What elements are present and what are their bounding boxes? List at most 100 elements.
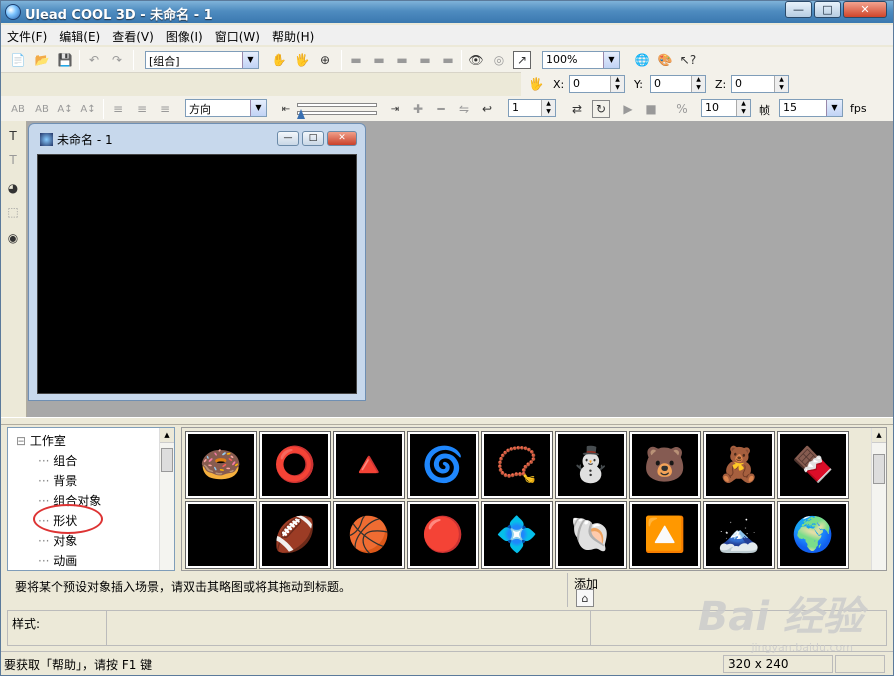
select-box-icon[interactable]: ⬚	[4, 203, 22, 221]
tree-item-animation[interactable]: ··· 动画	[38, 552, 77, 569]
print-icon-3[interactable]: ▬	[393, 51, 411, 69]
text-style-button-3[interactable]: A↕	[56, 100, 74, 118]
highlight-circle	[33, 504, 103, 534]
remove-keyframe-icon[interactable]: ━	[432, 100, 450, 118]
tree-root[interactable]: ⊟ 工作室	[16, 432, 66, 449]
thumbnail-gingerbread[interactable]: 🧸	[703, 431, 775, 499]
frame-label: 帧	[759, 104, 770, 117]
x-input[interactable]: 0 ▲ ▼	[569, 75, 625, 93]
thumbnail-ring[interactable]: ⭕	[259, 431, 331, 499]
hand-icon[interactable]: ✋	[270, 51, 288, 69]
text-style-button-4[interactable]: A↕	[79, 100, 97, 118]
globe-grid-icon[interactable]: ◎	[490, 51, 508, 69]
redo-icon[interactable]: ↷	[108, 51, 126, 69]
menu-file[interactable]: 文件(F)	[1, 25, 53, 45]
preset-thumbnails: 🍩 ⭕ 🔺 🌀 📿 ⛄ 🐻 🧸 🍫 ⌨ 🏈 🏀 🔴 💠 🐚 🔼 🗻 🌍 ▲	[181, 427, 887, 571]
object-select[interactable]: [组合] ▼	[145, 51, 259, 69]
thumbnail-bear[interactable]: 🐻	[629, 431, 701, 499]
print-icon-2[interactable]: ▬	[370, 51, 388, 69]
eye-icon[interactable]: 👁	[467, 51, 485, 69]
print-icon-4[interactable]: ▬	[416, 51, 434, 69]
repeat-icon[interactable]: ⇄	[568, 100, 586, 118]
thumbnail-diamond-shape[interactable]: 💠	[481, 501, 553, 569]
print-icon-5[interactable]: ▬	[439, 51, 457, 69]
render-icon[interactable]: 🎨	[656, 51, 674, 69]
tree-item-group[interactable]: ··· 组合	[38, 452, 77, 469]
thumbnail-pyramid-face[interactable]: 🔼	[629, 501, 701, 569]
tree-item-object[interactable]: ··· 对象	[38, 532, 77, 549]
thumbnail-swirl[interactable]: 🌀	[407, 431, 479, 499]
thumbnail-pearl-necklace[interactable]: 📿	[481, 431, 553, 499]
fps-select[interactable]: 15 ▼	[779, 99, 843, 117]
thumbnail-snowman[interactable]: ⛄	[555, 431, 627, 499]
add-keyframe-icon[interactable]: ✚	[409, 100, 427, 118]
frame-input[interactable]: 1 ▲ ▼	[508, 99, 556, 117]
edit-text-tool-icon[interactable]: T	[4, 151, 22, 169]
panel-splitter[interactable]	[1, 417, 893, 425]
thumbnail-scrollbar[interactable]: ▲	[871, 428, 886, 570]
tree-item-background[interactable]: ··· 背景	[38, 472, 77, 489]
undo-icon[interactable]: ↶	[85, 51, 103, 69]
menu-window[interactable]: 窗口(W)	[209, 25, 266, 45]
insert-shape-icon[interactable]: ◕	[4, 179, 22, 197]
3d-canvas[interactable]	[37, 154, 357, 394]
thumbnail-donut[interactable]: 🍩	[185, 431, 257, 499]
align-right-icon[interactable]: ≡	[156, 100, 174, 118]
text-style-button-2[interactable]: AB	[33, 100, 51, 118]
chart-view-icon[interactable]: ↗	[513, 51, 531, 69]
maximize-button[interactable]: □	[814, 1, 841, 18]
thumbnail-beach-ball[interactable]: 🔴	[407, 501, 479, 569]
reverse-keyframe-icon[interactable]: ⇋	[455, 100, 473, 118]
align-left-icon[interactable]: ≡	[109, 100, 127, 118]
close-button[interactable]: ✕	[843, 1, 887, 18]
save-icon[interactable]: 💾	[56, 51, 74, 69]
loop-icon[interactable]: ↩	[478, 100, 496, 118]
align-center-icon[interactable]: ≡	[133, 100, 151, 118]
add-home-icon[interactable]: ⌂	[576, 589, 594, 607]
easy-palette-tree: ⊟ 工作室 ··· 组合 ··· 背景 ··· 组合对象 ··· 形状 ··· …	[7, 427, 175, 571]
doc-close-button[interactable]: ✕	[327, 131, 357, 146]
y-input[interactable]: 0 ▲ ▼	[650, 75, 706, 93]
timeline-slider-bottom[interactable]	[297, 111, 377, 115]
move-object-icon[interactable]: 🖐	[527, 75, 545, 93]
thumbnail-mountain-dome[interactable]: 🗻	[703, 501, 775, 569]
stop-icon[interactable]: ■	[642, 100, 660, 118]
thumbnail-cone[interactable]: 🔺	[333, 431, 405, 499]
rotate-hand-icon[interactable]: 🖐	[293, 51, 311, 69]
percent-icon[interactable]: %	[673, 100, 691, 118]
timeline-end-icon[interactable]: ⇥	[386, 100, 404, 118]
tree-scrollbar[interactable]: ▲	[159, 428, 174, 570]
total-frames-input[interactable]: 10 ▲ ▼	[701, 99, 751, 117]
help-pointer-icon[interactable]: ↖?	[679, 51, 697, 69]
cycle-icon[interactable]: ↻	[592, 100, 610, 118]
object-manager-icon[interactable]: ◉	[4, 229, 22, 247]
thumbnail-football[interactable]: 🏈	[259, 501, 331, 569]
thumbnail-globe[interactable]: 🌍	[777, 501, 849, 569]
play-icon[interactable]: ▶	[619, 100, 637, 118]
world-icon[interactable]: 🌐	[633, 51, 651, 69]
menu-image[interactable]: 图像(I)	[160, 25, 209, 45]
thumbnail-shell[interactable]: 🐚	[555, 501, 627, 569]
print-icon-1[interactable]: ▬	[347, 51, 365, 69]
menu-edit[interactable]: 编辑(E)	[53, 25, 106, 45]
direction-select[interactable]: 方向 ▼	[185, 99, 267, 117]
menu-view[interactable]: 查看(V)	[106, 25, 160, 45]
zoom-select[interactable]: 100% ▼	[542, 51, 620, 69]
thumbnail-chocolate[interactable]: 🍫	[777, 431, 849, 499]
timeline-start-icon[interactable]: ⇤	[277, 100, 295, 118]
doc-minimize-button[interactable]: —	[277, 131, 299, 146]
minimize-button[interactable]: —	[785, 1, 812, 18]
timeline-slider-top[interactable]	[297, 103, 377, 107]
new-file-icon[interactable]: 📄	[9, 51, 27, 69]
thumbnail-basketball[interactable]: 🏀	[333, 501, 405, 569]
status-bar: 要获取「帮助」，请按 F1 键 320 x 240	[1, 651, 893, 675]
thumbnail-esc-key[interactable]: ⌨	[185, 501, 257, 569]
doc-restore-button[interactable]: □	[302, 131, 324, 146]
text-tool-icon[interactable]: T	[4, 127, 22, 145]
zoom-fit-icon[interactable]: ⊕	[316, 51, 334, 69]
menu-help[interactable]: 帮助(H)	[266, 25, 320, 45]
text-style-button-1[interactable]: AB	[9, 100, 27, 118]
open-folder-icon[interactable]: 📂	[33, 51, 51, 69]
y-label: Y:	[634, 78, 643, 91]
z-input[interactable]: 0 ▲ ▼	[731, 75, 789, 93]
